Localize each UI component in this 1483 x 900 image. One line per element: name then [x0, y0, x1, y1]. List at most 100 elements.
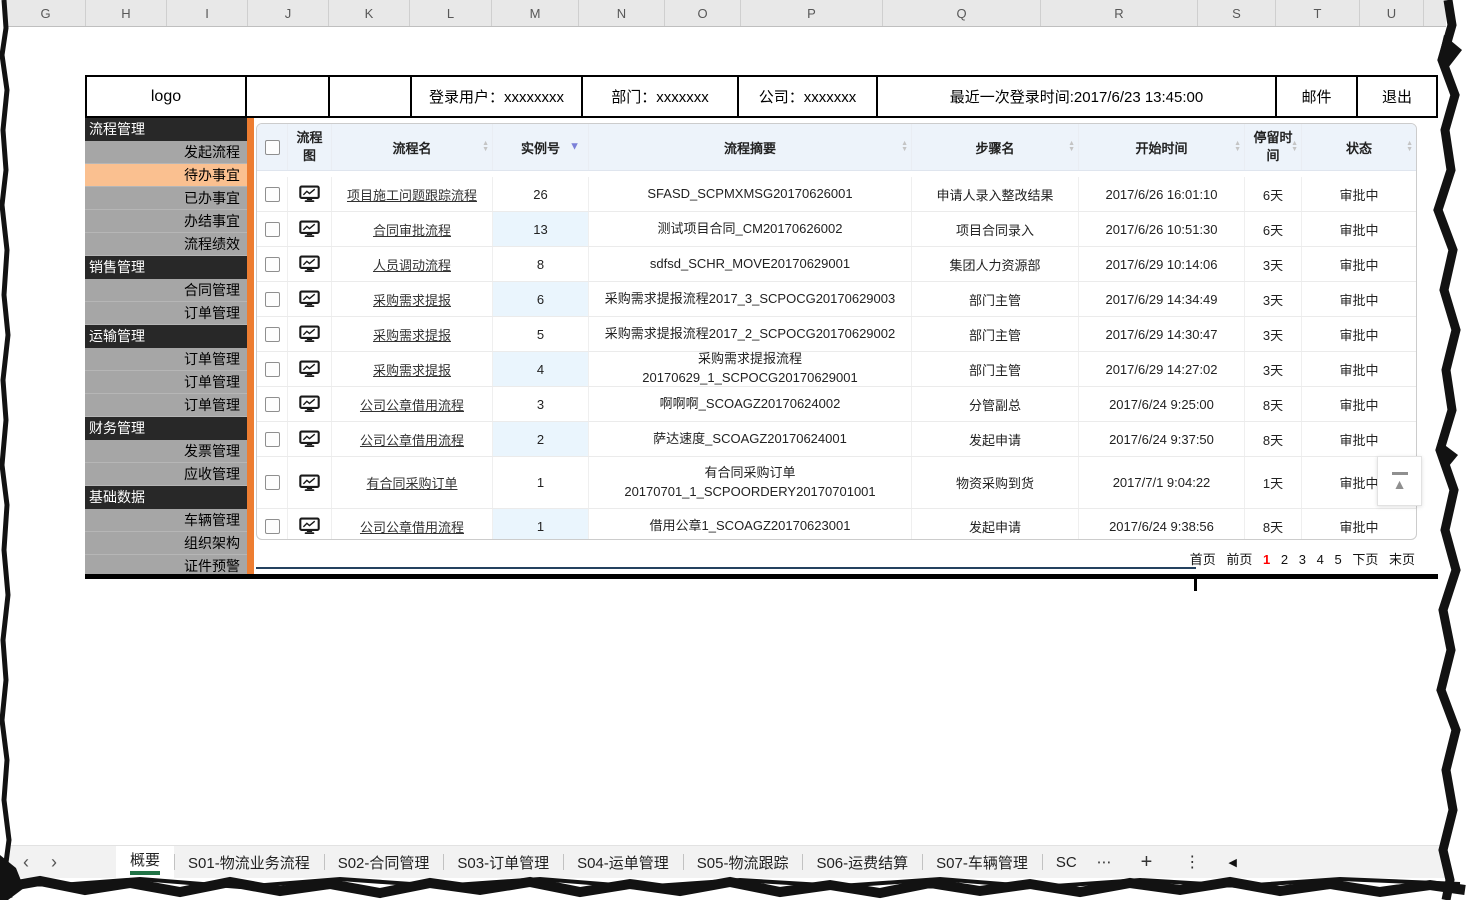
column-header-U[interactable]: U — [1360, 0, 1424, 26]
monitor-chart-icon[interactable] — [299, 474, 320, 492]
sidebar-section-sales-mgmt[interactable]: 销售管理 — [85, 256, 247, 279]
monitor-chart-icon[interactable] — [299, 220, 320, 238]
page-2[interactable]: 2 — [1281, 552, 1288, 567]
process-name-link[interactable]: 公司公章借用流程 — [360, 517, 464, 536]
sheet-tab-s03[interactable]: S03-订单管理 — [443, 846, 563, 878]
column-header-I[interactable]: I — [167, 0, 248, 26]
sort-icon[interactable]: ▲ ▼ — [1291, 140, 1298, 153]
logout-button[interactable]: 退出 — [1356, 75, 1438, 118]
sidebar-item-vehicle-mgmt[interactable]: 车辆管理 — [85, 509, 247, 532]
sheet-tab-s07[interactable]: S07-车辆管理 — [922, 846, 1042, 878]
col-start-time[interactable]: 开始时间 ▲ ▼ — [1079, 124, 1245, 170]
sort-icon[interactable]: ▲ ▼ — [1234, 140, 1241, 153]
monitor-chart-icon[interactable] — [299, 517, 320, 535]
process-name-link[interactable]: 项目施工问题跟踪流程 — [347, 185, 477, 204]
monitor-chart-icon[interactable] — [299, 395, 320, 413]
sort-icon[interactable]: ▲ ▼ — [901, 140, 908, 153]
sheet-nav-prev-icon[interactable]: ‹ — [12, 846, 40, 878]
add-sheet-icon[interactable]: + — [1141, 846, 1153, 878]
column-header-Q[interactable]: Q — [883, 0, 1041, 26]
page-next[interactable]: 下页 — [1352, 552, 1378, 567]
sidebar-item-order-mgmt-3[interactable]: 订单管理 — [85, 394, 247, 417]
sort-icon[interactable]: ▲ ▼ — [482, 140, 489, 153]
sidebar-item-contract-mgmt[interactable]: 合同管理 — [85, 279, 247, 302]
monitor-chart-icon[interactable] — [299, 325, 320, 343]
process-name-link[interactable]: 人员调动流程 — [373, 255, 451, 274]
page-last[interactable]: 末页 — [1389, 552, 1415, 567]
monitor-chart-icon[interactable] — [299, 360, 320, 378]
column-header-T[interactable]: T — [1276, 0, 1360, 26]
col-summary[interactable]: 流程摘要 ▲ ▼ — [589, 124, 912, 170]
column-header-M[interactable]: M — [492, 0, 579, 26]
row-checkbox[interactable] — [264, 291, 280, 307]
sidebar-item-receivable-mgmt[interactable]: 应收管理 — [85, 463, 247, 486]
sidebar-section-process-mgmt[interactable]: 流程管理 — [85, 118, 247, 141]
sidebar-item-closed[interactable]: 办结事宜 — [85, 210, 247, 233]
process-name-link[interactable]: 合同审批流程 — [373, 220, 451, 239]
page-3[interactable]: 3 — [1299, 552, 1306, 567]
column-header-P[interactable]: P — [741, 0, 883, 26]
sidebar-section-finance-mgmt[interactable]: 财务管理 — [85, 417, 247, 440]
row-checkbox[interactable] — [264, 256, 280, 272]
monitor-chart-icon[interactable] — [299, 185, 320, 203]
page-5[interactable]: 5 — [1334, 552, 1341, 567]
process-name-link[interactable]: 采购需求提报 — [373, 290, 451, 309]
select-all-checkbox[interactable] — [264, 139, 280, 155]
more-sheets-icon[interactable]: ⋯ — [1097, 846, 1113, 878]
process-name-link[interactable]: 采购需求提报 — [373, 325, 451, 344]
sheet-nav-next-icon[interactable]: › — [40, 846, 68, 878]
column-header-L[interactable]: L — [410, 0, 492, 26]
col-process-name[interactable]: 流程名 ▲ ▼ — [332, 124, 493, 170]
sidebar-section-base-data[interactable]: 基础数据 — [85, 486, 247, 509]
sidebar-item-todo[interactable]: 待办事宜 — [85, 164, 247, 187]
sheet-tab-overview[interactable]: 概要 — [116, 846, 175, 878]
col-instance-id[interactable]: 实例号 ▼ — [493, 124, 589, 170]
column-header-K[interactable]: K — [329, 0, 410, 26]
col-step-name[interactable]: 步骤名 ▲ ▼ — [912, 124, 1079, 170]
sort-desc-icon[interactable]: ▼ — [569, 141, 580, 153]
sidebar-item-org-structure[interactable]: 组织架构 — [85, 532, 247, 555]
sheet-tab-s06[interactable]: S06-运费结算 — [802, 846, 922, 878]
sidebar-item-done[interactable]: 已办事宜 — [85, 187, 247, 210]
column-header-O[interactable]: O — [665, 0, 741, 26]
sidebar-section-transport-mgmt[interactable]: 运输管理 — [85, 325, 247, 348]
sidebar-item-order-mgmt-1[interactable]: 订单管理 — [85, 348, 247, 371]
column-header-N[interactable]: N — [579, 0, 665, 26]
row-checkbox[interactable] — [264, 396, 280, 412]
process-name-link[interactable]: 采购需求提报 — [373, 360, 451, 379]
sheet-menu-icon[interactable]: ⋮ — [1184, 846, 1200, 878]
process-name-link[interactable]: 公司公章借用流程 — [360, 395, 464, 414]
sidebar-item-performance[interactable]: 流程绩效 — [85, 233, 247, 256]
row-checkbox[interactable] — [264, 475, 280, 490]
sort-icon[interactable]: ▲ ▼ — [1406, 140, 1413, 153]
back-to-top-button[interactable]: ▲ — [1377, 456, 1422, 506]
sidebar-item-invoice-mgmt[interactable]: 发票管理 — [85, 440, 247, 463]
sheet-tab-s04[interactable]: S04-运单管理 — [563, 846, 683, 878]
monitor-chart-icon[interactable] — [299, 430, 320, 448]
process-name-link[interactable]: 有合同采购订单 — [366, 473, 457, 492]
column-header-H[interactable]: H — [86, 0, 167, 26]
col-stay-time[interactable]: 停留时间 ▲ ▼ — [1245, 124, 1302, 170]
column-header-S[interactable]: S — [1198, 0, 1276, 26]
row-checkbox[interactable] — [264, 518, 280, 534]
sheet-tab-s05[interactable]: S05-物流跟踪 — [682, 846, 803, 878]
monitor-chart-icon[interactable] — [299, 290, 320, 308]
sheet-tab-s02[interactable]: S02-合同管理 — [323, 846, 444, 878]
sidebar-item-order-mgmt-2[interactable]: 订单管理 — [85, 371, 247, 394]
column-header-R[interactable]: R — [1041, 0, 1198, 26]
row-checkbox[interactable] — [264, 186, 280, 202]
row-checkbox[interactable] — [264, 221, 280, 237]
page-4[interactable]: 4 — [1317, 552, 1324, 567]
page-first[interactable]: 首页 — [1190, 552, 1216, 567]
sidebar-item-start-process[interactable]: 发起流程 — [85, 141, 247, 164]
sidebar-item-order-mgmt-sales[interactable]: 订单管理 — [85, 302, 247, 325]
col-diagram[interactable]: 流程图 — [288, 124, 332, 170]
column-header-J[interactable]: J — [248, 0, 329, 26]
mail-button[interactable]: 邮件 — [1275, 75, 1358, 118]
sheet-tab-truncated[interactable]: SC — [1041, 846, 1091, 878]
row-checkbox[interactable] — [264, 361, 280, 377]
row-checkbox[interactable] — [264, 326, 280, 342]
scroll-left-icon[interactable]: ◀ — [1228, 846, 1236, 878]
process-name-link[interactable]: 公司公章借用流程 — [360, 430, 464, 449]
sheet-tab-s01[interactable]: S01-物流业务流程 — [174, 846, 324, 878]
